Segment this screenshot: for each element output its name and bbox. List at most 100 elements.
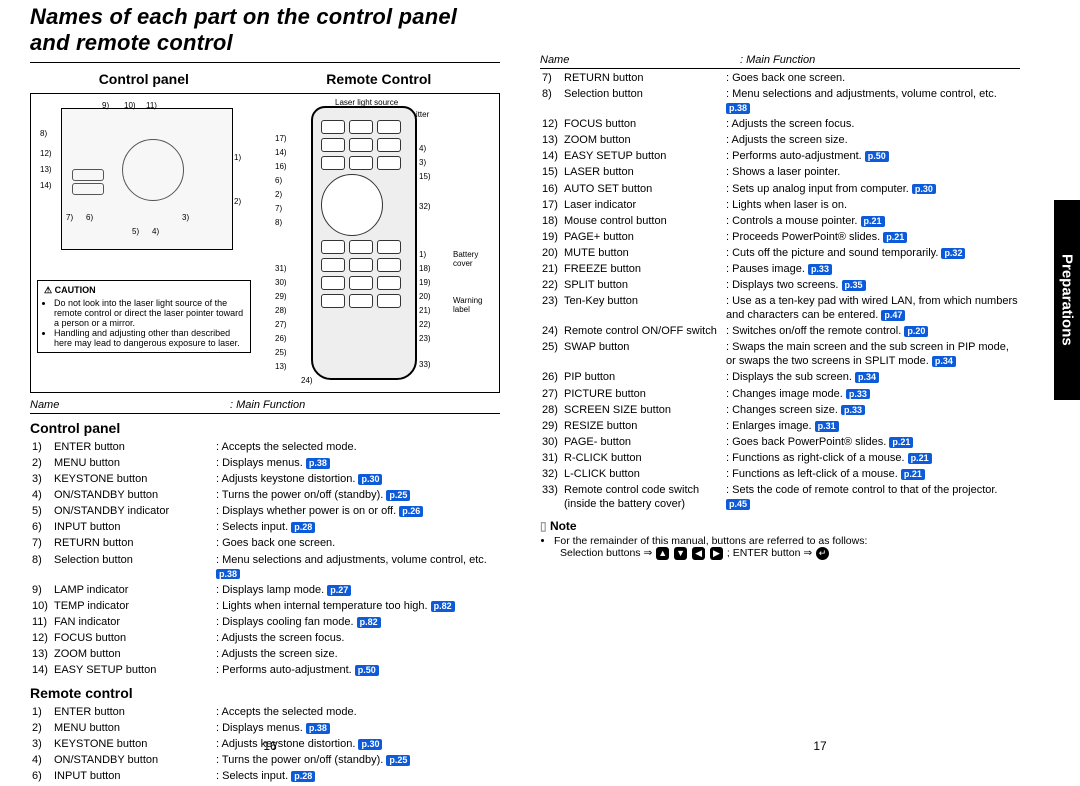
table-row: 6)INPUT button: Selects input. p.28 — [32, 520, 498, 534]
rc-33: 33) — [419, 360, 431, 369]
rc-28: 28) — [275, 306, 287, 315]
rc-26: 26) — [275, 334, 287, 343]
rc-18: 18) — [419, 264, 431, 273]
callout-14: 14) — [40, 181, 52, 190]
rc-2: 2) — [275, 190, 282, 199]
page-ref-badge: p.20 — [904, 326, 928, 337]
table-row: 8)Selection button: Menu selections and … — [542, 87, 1018, 115]
page-ref-badge: p.21 — [861, 216, 885, 227]
remote-diagram: Laser light source Remote control transm… — [271, 100, 451, 380]
down-arrow-icon: ▼ — [674, 547, 687, 560]
label-warning-label: Warning label — [453, 296, 483, 314]
page-ref-badge: p.38 — [306, 723, 330, 734]
caution-heading: CAUTION — [44, 285, 244, 296]
rc-4: 4) — [419, 144, 426, 153]
rc-25: 25) — [275, 348, 287, 357]
callout-10: 10) — [124, 101, 136, 110]
callout-3: 3) — [182, 213, 189, 222]
table-row: 13)ZOOM button: Adjusts the screen size. — [32, 647, 498, 661]
page-ref-badge: p.21 — [901, 469, 925, 480]
table-row: 12)FOCUS button: Adjusts the screen focu… — [542, 117, 1018, 131]
caution-list: Do not look into the laser light source … — [44, 298, 244, 348]
callout-6: 6) — [86, 213, 93, 222]
page-ref-badge: p.35 — [842, 280, 866, 291]
rc-22: 22) — [419, 320, 431, 329]
page-ref-badge: p.50 — [865, 151, 889, 162]
table-row: 29)RESIZE button: Enlarges image. p.31 — [542, 419, 1018, 433]
page-number-right: 17 — [580, 739, 1060, 753]
page-ref-badge: p.32 — [941, 248, 965, 259]
rc-8: 8) — [275, 218, 282, 227]
table-row: 1)ENTER button: Accepts the selected mod… — [32, 440, 498, 454]
rc-14: 14) — [275, 148, 287, 157]
table-row: 7)RETURN button: Goes back one screen. — [542, 71, 1018, 85]
table-row: 14)EASY SETUP button: Performs auto-adju… — [32, 663, 498, 677]
caution-box: CAUTION Do not look into the laser light… — [37, 280, 251, 353]
page-ref-badge: p.38 — [726, 103, 750, 114]
table-row: 19)PAGE+ button: Proceeds PowerPoint® sl… — [542, 230, 1018, 244]
rc-16: 16) — [275, 162, 287, 171]
page-ref-badge: p.50 — [355, 665, 379, 676]
col-func: : Main Function — [230, 399, 500, 411]
callout-7: 7) — [66, 213, 73, 222]
control-panel-diagram: 8) 12) 13) 14) 9) 10) 11) 1) 2) 3) 4) 5)… — [61, 108, 233, 250]
page-ref-badge: p.25 — [386, 755, 410, 766]
caution-item: Handling and adjusting other than descri… — [54, 328, 244, 348]
page-ref-badge: p.34 — [855, 372, 879, 383]
callout-11: 11) — [146, 101, 157, 110]
table-row: 7)RETURN button: Goes back one screen. — [32, 536, 498, 550]
col-name: Name — [30, 399, 230, 411]
left-arrow-icon: ◀ — [692, 547, 705, 560]
table-row: 30)PAGE- button: Goes back PowerPoint® s… — [542, 435, 1018, 449]
page-ref-badge: p.30 — [912, 184, 936, 195]
section-control-panel: Control panel — [30, 420, 500, 436]
enter-icon: ↵ — [816, 547, 829, 560]
table-row: 6)INPUT button: Selects input. p.28 — [32, 769, 498, 783]
remote-body-icon — [311, 106, 417, 380]
table-row: 27)PICTURE button: Changes image mode. p… — [542, 387, 1018, 401]
page-ref-badge: p.38 — [306, 458, 330, 469]
table-row: 14)EASY SETUP button: Performs auto-adju… — [542, 149, 1018, 163]
table-row: 24)Remote control ON/OFF switch: Switche… — [542, 324, 1018, 338]
table-row: 8)Selection button: Menu selections and … — [32, 553, 498, 581]
table-row: 15)LASER button: Shows a laser pointer. — [542, 165, 1018, 179]
diagram-subheads: Control panel Remote Control — [30, 71, 500, 87]
page-ref-badge: p.21 — [889, 437, 913, 448]
rc-1: 1) — [419, 250, 426, 259]
page-ref-badge: p.33 — [846, 389, 870, 400]
rc-7: 7) — [275, 204, 282, 213]
subhead-control-panel: Control panel — [99, 71, 189, 87]
page-number-left: 16 — [30, 739, 510, 753]
page-ref-badge: p.82 — [431, 601, 455, 612]
callout-8: 8) — [40, 129, 47, 138]
table-row: 2)MENU button: Displays menus. p.38 — [32, 456, 498, 470]
page-ref-badge: p.21 — [883, 232, 907, 243]
callout-9: 9) — [102, 101, 109, 110]
col-name: Name — [540, 54, 740, 66]
up-arrow-icon: ▲ — [656, 547, 669, 560]
table-row: 11)FAN indicator: Displays cooling fan m… — [32, 615, 498, 629]
page-ref-badge: p.82 — [357, 617, 381, 628]
callout-2: 2) — [234, 197, 241, 206]
table-row: 31)R-CLICK button: Functions as right-cl… — [542, 451, 1018, 465]
note-list: For the remainder of this manual, button… — [540, 535, 1020, 547]
page-ref-badge: p.25 — [386, 490, 410, 501]
table-row: 5)ON/STANDBY indicator: Displays whether… — [32, 504, 498, 518]
table-row: 25)SWAP button: Swaps the main screen an… — [542, 340, 1018, 368]
table-row: 21)FREEZE button: Pauses image. p.33 — [542, 262, 1018, 276]
rc-6: 6) — [275, 176, 282, 185]
right-page: Name : Main Function 7)RETURN button: Go… — [520, 0, 1040, 763]
rc-3: 3) — [419, 158, 426, 167]
table-row: 1)ENTER button: Accepts the selected mod… — [32, 705, 498, 719]
page-title: Names of each part on the control panel … — [30, 4, 500, 56]
table-row: 2)MENU button: Displays menus. p.38 — [32, 721, 498, 735]
callout-1: 1) — [234, 153, 241, 162]
page-ref-badge: p.30 — [358, 474, 382, 485]
callout-5: 5) — [132, 227, 139, 236]
rc-20: 20) — [419, 292, 431, 301]
table-row: 17)Laser indicator: Lights when laser is… — [542, 198, 1018, 212]
page-ref-badge: p.47 — [881, 310, 905, 321]
page-ref-badge: p.33 — [808, 264, 832, 275]
rc-32: 32) — [419, 202, 431, 211]
table-row: 33)Remote control code switch (inside th… — [542, 483, 1018, 511]
